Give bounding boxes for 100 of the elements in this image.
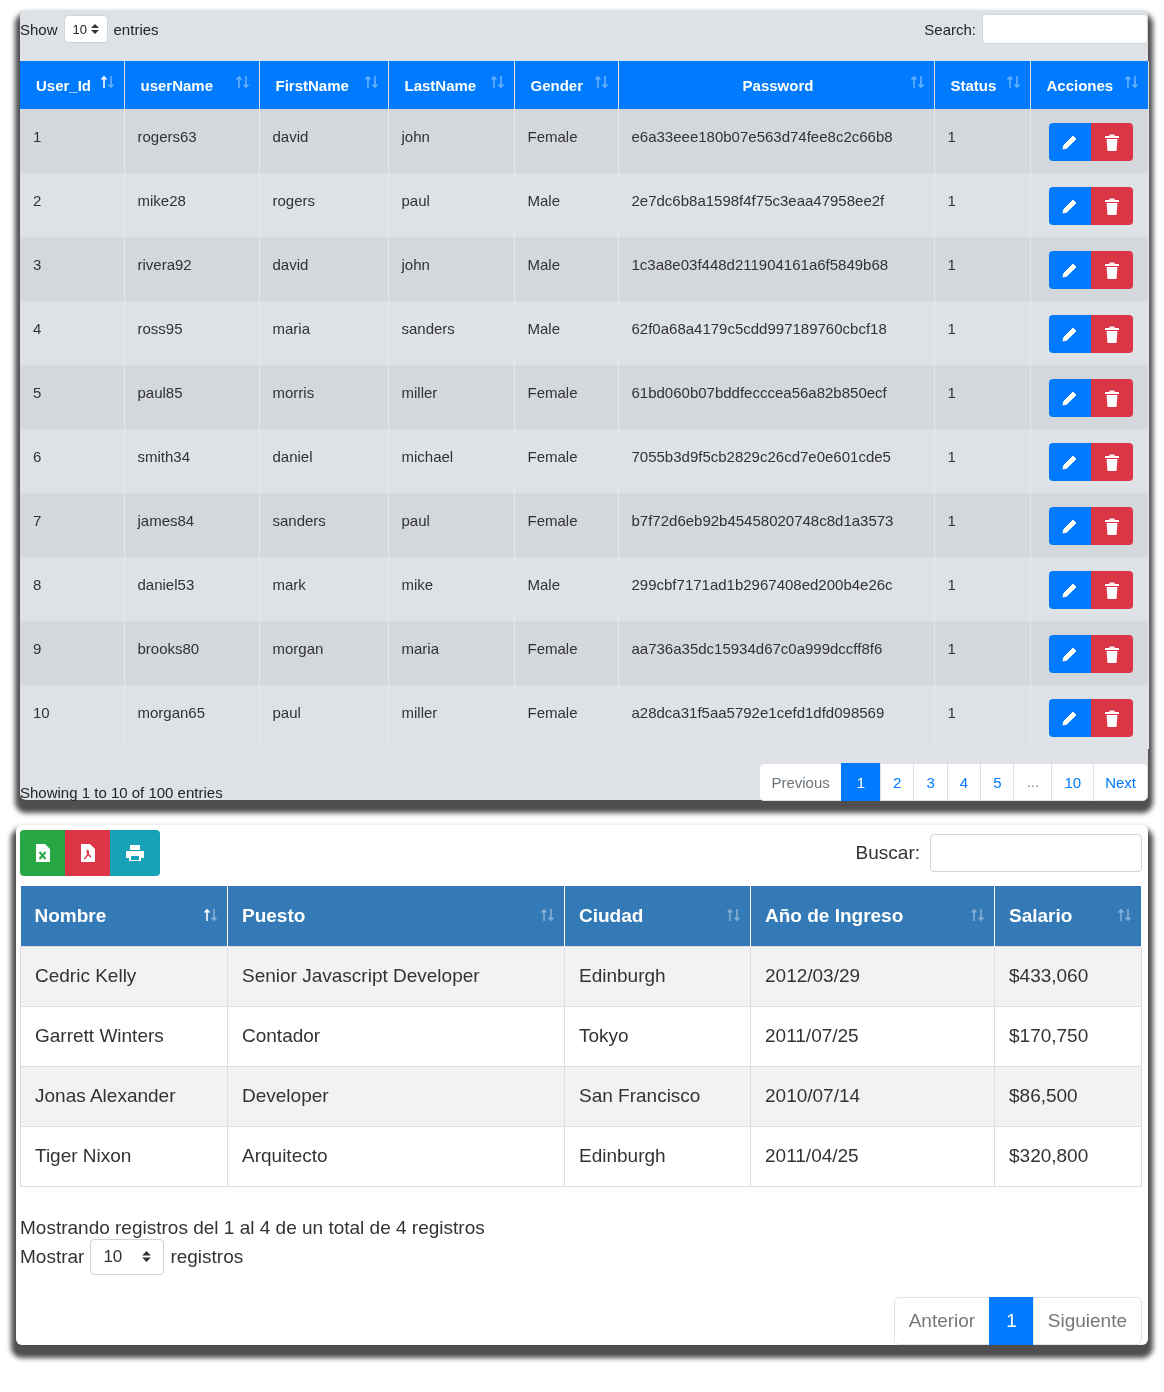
table-cell: Edinburgh bbox=[564, 946, 751, 1006]
pdf-file-icon bbox=[79, 843, 96, 863]
trash-icon bbox=[1104, 453, 1119, 471]
edit-button[interactable] bbox=[1048, 571, 1091, 609]
table-cell: Female bbox=[514, 493, 618, 557]
column-header[interactable]: Año de Ingreso bbox=[750, 886, 995, 946]
table-cell: paul85 bbox=[124, 365, 259, 429]
edit-button[interactable] bbox=[1048, 635, 1091, 673]
table-cell: aa736a35dc15934d67c0a999dccff8f6 bbox=[618, 621, 934, 685]
column-header[interactable]: Gender bbox=[514, 61, 618, 109]
updown-icon bbox=[142, 1250, 152, 1263]
excel-button[interactable] bbox=[20, 830, 65, 876]
delete-button[interactable] bbox=[1090, 507, 1133, 545]
edit-button[interactable] bbox=[1048, 507, 1091, 545]
table-cell: $170,750 bbox=[994, 1006, 1142, 1066]
pencil-icon bbox=[1060, 197, 1079, 215]
edit-button[interactable] bbox=[1048, 315, 1091, 353]
table-cell: Senior Javascript Developer bbox=[227, 946, 565, 1006]
page-button[interactable]: 3 bbox=[913, 763, 948, 801]
search-field[interactable] bbox=[982, 14, 1148, 44]
table-cell: Female bbox=[514, 621, 618, 685]
table-cell: b7f72d6eb92b45458020748c8d1a3573 bbox=[618, 493, 934, 557]
pencil-icon bbox=[1060, 645, 1079, 663]
sort-icon[interactable] bbox=[540, 908, 556, 922]
table-cell: 1 bbox=[934, 685, 1030, 749]
trash-icon bbox=[1104, 517, 1119, 535]
table-cell: Tiger Nixon bbox=[20, 1126, 228, 1186]
table-cell: Edinburgh bbox=[564, 1126, 751, 1186]
edit-button[interactable] bbox=[1048, 379, 1091, 417]
table-cell: 1c3a8e03f448d211904161a6f5849b68 bbox=[618, 237, 934, 301]
entries-label: entries bbox=[113, 20, 159, 38]
edit-button[interactable] bbox=[1048, 699, 1091, 737]
delete-button[interactable] bbox=[1090, 635, 1133, 673]
trash-icon bbox=[1104, 581, 1119, 599]
page-button[interactable]: 10 bbox=[1051, 763, 1095, 801]
pencil-icon bbox=[1060, 133, 1079, 151]
column-header[interactable]: Puesto bbox=[227, 886, 565, 946]
page-button[interactable]: 5 bbox=[980, 763, 1015, 801]
updown-icon bbox=[90, 23, 99, 35]
search-field[interactable] bbox=[930, 834, 1142, 872]
trash-icon bbox=[1104, 709, 1119, 727]
table-cell: Female bbox=[514, 365, 618, 429]
sort-icon[interactable] bbox=[203, 908, 219, 922]
page-button[interactable]: 2 bbox=[880, 763, 915, 801]
table-cell: rogers63 bbox=[124, 109, 259, 173]
next-button[interactable]: Next bbox=[1093, 763, 1148, 801]
ellipsis: … bbox=[1013, 763, 1053, 801]
table-cell: maria bbox=[388, 621, 514, 685]
trash-icon bbox=[1104, 197, 1119, 215]
column-header[interactable]: userName bbox=[124, 61, 259, 109]
column-header[interactable]: FirstName bbox=[259, 61, 388, 109]
delete-button[interactable] bbox=[1090, 699, 1133, 737]
delete-button[interactable] bbox=[1090, 251, 1133, 289]
column-header[interactable]: Ciudad bbox=[564, 886, 751, 946]
table-cell: 61bd060b07bddfecccea56a82b850ecf bbox=[618, 365, 934, 429]
delete-button[interactable] bbox=[1090, 187, 1133, 225]
delete-button[interactable] bbox=[1090, 443, 1133, 481]
edit-button[interactable] bbox=[1048, 443, 1091, 481]
table-cell: john bbox=[388, 109, 514, 173]
table-cell: Developer bbox=[227, 1066, 565, 1126]
entries-info: Showing 1 to 10 of 100 entries bbox=[20, 784, 223, 801]
pencil-icon bbox=[1060, 581, 1079, 599]
print-button[interactable] bbox=[110, 830, 160, 876]
delete-button[interactable] bbox=[1090, 123, 1133, 161]
pdf-button[interactable] bbox=[65, 830, 110, 876]
column-header[interactable]: Salario bbox=[994, 886, 1142, 946]
sort-icon[interactable] bbox=[1117, 908, 1133, 922]
column-header[interactable]: User_Id bbox=[20, 61, 124, 109]
column-header[interactable]: Password bbox=[618, 61, 934, 109]
entries-select[interactable]: 10 bbox=[63, 15, 108, 43]
table-cell: 2010/07/14 bbox=[750, 1066, 995, 1126]
edit-button[interactable] bbox=[1048, 251, 1091, 289]
delete-button[interactable] bbox=[1090, 379, 1133, 417]
table-cell: john bbox=[388, 237, 514, 301]
edit-button[interactable] bbox=[1048, 123, 1091, 161]
table-cell: a28dca31f5aa5792e1cefd1dfd098569 bbox=[618, 685, 934, 749]
column-header[interactable]: Nombre bbox=[20, 886, 228, 946]
printer-icon bbox=[125, 844, 145, 862]
delete-button[interactable] bbox=[1090, 571, 1133, 609]
table-cell: 1 bbox=[20, 109, 124, 173]
column-header[interactable]: LastName bbox=[388, 61, 514, 109]
delete-button[interactable] bbox=[1090, 315, 1133, 353]
trash-icon bbox=[1104, 645, 1119, 663]
table-cell: 7 bbox=[20, 493, 124, 557]
table-cell: david bbox=[259, 237, 388, 301]
page-button[interactable]: 1 bbox=[840, 763, 882, 801]
table-cell: brooks80 bbox=[124, 621, 259, 685]
column-header[interactable]: Acciones bbox=[1030, 61, 1148, 109]
table-cell: $86,500 bbox=[994, 1066, 1142, 1126]
page-button[interactable]: 1 bbox=[989, 1296, 1034, 1345]
edit-button[interactable] bbox=[1048, 187, 1091, 225]
sort-icon[interactable] bbox=[99, 75, 116, 89]
records-select[interactable]: 10 bbox=[90, 1238, 165, 1275]
sort-icon[interactable] bbox=[726, 908, 742, 922]
trash-icon bbox=[1104, 133, 1119, 151]
trash-icon bbox=[1104, 261, 1119, 279]
sort-icon[interactable] bbox=[970, 908, 986, 922]
table-cell: morgan65 bbox=[124, 685, 259, 749]
table-cell: 5 bbox=[20, 365, 124, 429]
column-header[interactable]: Status bbox=[934, 61, 1030, 109]
